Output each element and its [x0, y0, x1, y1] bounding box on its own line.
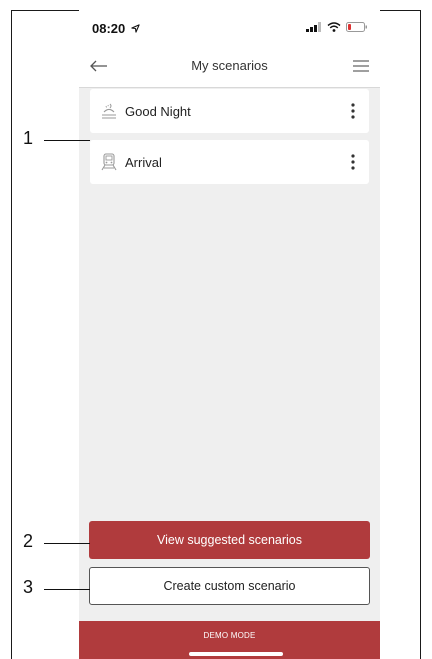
figure-frame-right	[420, 10, 421, 659]
status-time-label: 08:20	[92, 21, 126, 36]
scenario-item-arrival[interactable]: Arrival	[90, 140, 369, 184]
scenario-label: Good Night	[125, 104, 191, 119]
callout-line-1	[44, 140, 90, 141]
status-icons	[306, 22, 368, 32]
hamburger-icon	[353, 60, 369, 72]
more-vertical-icon	[351, 154, 355, 170]
train-icon	[99, 152, 119, 172]
night-icon	[99, 101, 119, 121]
scenario-label: Arrival	[125, 155, 162, 170]
nav-bar: My scenarios	[79, 44, 380, 88]
callout-number-3: 3	[23, 577, 34, 597]
callout-number-2: 2	[23, 531, 34, 551]
phone-screen: 08:20 My scenarios Good Night Arrival Vi…	[79, 10, 380, 659]
callout-line-2	[44, 543, 90, 544]
callout-line-3	[44, 589, 90, 590]
more-vertical-icon	[351, 103, 355, 119]
scenario-item-good-night[interactable]: Good Night	[90, 89, 369, 133]
location-arrow-icon	[131, 24, 140, 33]
menu-button[interactable]	[352, 56, 370, 76]
view-suggested-scenarios-button[interactable]: View suggested scenarios	[89, 521, 370, 559]
status-time: 08:20	[92, 21, 140, 36]
figure-frame-left	[11, 10, 12, 659]
callout-number-1: 1	[23, 128, 34, 148]
demo-mode-banner: DEMO MODE	[79, 621, 380, 659]
signal-icon	[306, 22, 321, 32]
home-indicator	[189, 652, 283, 656]
create-custom-scenario-button[interactable]: Create custom scenario	[89, 567, 370, 605]
wifi-icon	[327, 22, 341, 32]
more-options-button[interactable]	[349, 101, 357, 121]
more-options-button[interactable]	[349, 152, 357, 172]
demo-mode-label: DEMO MODE	[203, 631, 256, 640]
status-bar: 08:20	[79, 10, 380, 44]
battery-icon	[346, 22, 367, 32]
page-title: My scenarios	[191, 58, 268, 73]
